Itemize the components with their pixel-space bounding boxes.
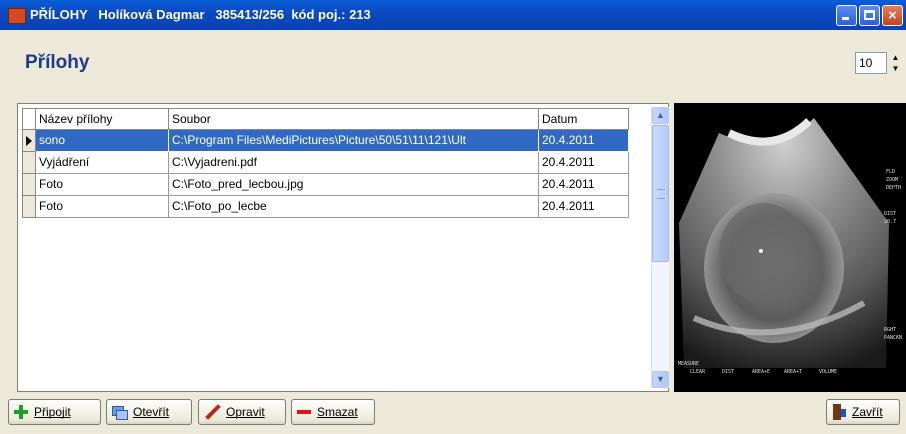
svg-text:20.7: 20.7: [884, 219, 896, 225]
delete-button[interactable]: Smazat: [291, 399, 375, 425]
edit-button[interactable]: Opravit: [198, 399, 286, 425]
page-size-stepper[interactable]: ▲ ▼: [855, 52, 903, 74]
cell-name: Foto: [36, 196, 169, 218]
attach-button[interactable]: Připojit: [8, 399, 101, 425]
close-button[interactable]: Zavřít: [826, 399, 900, 425]
app-icon: [8, 8, 26, 24]
spinner-up-icon[interactable]: ▲: [888, 52, 903, 63]
exit-door-icon: [832, 404, 846, 420]
cell-file: C:\Program Files\MediPictures\Picture\50…: [169, 130, 539, 152]
close-button-label: Zavřít: [852, 405, 883, 419]
scroll-down-icon[interactable]: ▼: [652, 371, 669, 388]
cell-file: C:\Vyjadreni.pdf: [169, 152, 539, 174]
row-indicator-header: [22, 108, 36, 130]
minimize-icon: [842, 17, 849, 20]
row-indicator[interactable]: [22, 130, 36, 152]
open-button-label: Otevřít: [133, 405, 170, 419]
preview-menu-item: VOLUME: [819, 369, 837, 375]
cell-name: Foto: [36, 174, 169, 196]
cell-file: C:\Foto_po_lecbe: [169, 196, 539, 218]
column-header-date[interactable]: Datum: [539, 108, 629, 130]
attachment-preview-image: FLD ZOOM DEPTH DIST 20.7 RGHT PANCKN MEASURE…: [674, 103, 906, 392]
table-row[interactable]: Foto C:\Foto_pred_lecbou.jpg 20.4.2011: [36, 174, 647, 196]
cell-name: Vyjádření: [36, 152, 169, 174]
row-indicator[interactable]: [22, 196, 36, 218]
preview-menu-item: AREA+T: [784, 369, 802, 375]
thumb-grip-icon: [657, 189, 665, 199]
close-window-button[interactable]: ×: [882, 5, 903, 26]
minus-icon: [297, 410, 311, 414]
edit-button-label: Opravit: [226, 405, 265, 419]
cell-date: 20.4.2011: [539, 152, 629, 174]
column-header-file[interactable]: Soubor: [169, 108, 539, 130]
delete-button-label: Smazat: [317, 405, 358, 419]
cell-date: 20.4.2011: [539, 196, 629, 218]
maximize-icon: [864, 10, 875, 20]
preview-menu-item: AREA+E: [752, 369, 770, 375]
scroll-up-icon[interactable]: ▲: [652, 107, 669, 124]
spinner-down-icon[interactable]: ▼: [888, 63, 903, 74]
scrollbar-thumb[interactable]: [652, 125, 669, 262]
svg-text:RGHT: RGHT: [884, 327, 896, 333]
cell-file: C:\Foto_pred_lecbou.jpg: [169, 174, 539, 196]
row-indicator[interactable]: [22, 174, 36, 196]
preview-menu-item: DIST: [722, 369, 734, 375]
current-row-arrow-icon: [26, 136, 32, 146]
open-button[interactable]: Otevřít: [106, 399, 192, 425]
table-row[interactable]: sono C:\Program Files\MediPictures\Pictu…: [36, 130, 647, 152]
cell-date: 20.4.2011: [539, 130, 629, 152]
attachments-grid[interactable]: Název přílohy Soubor Datum sono C:\Progr…: [17, 103, 669, 392]
open-windows-icon: [112, 405, 128, 420]
svg-text:MEASURE: MEASURE: [678, 361, 699, 367]
minimize-button[interactable]: [836, 5, 857, 26]
column-header-name[interactable]: Název přílohy: [36, 108, 169, 130]
page-title: Přílohy: [25, 52, 90, 73]
plus-icon: [14, 405, 28, 419]
close-icon: ×: [888, 7, 897, 24]
cell-name: sono: [36, 130, 169, 152]
page-size-input[interactable]: [855, 52, 887, 74]
table-row[interactable]: Vyjádření C:\Vyjadreni.pdf 20.4.2011: [36, 152, 647, 174]
row-indicator[interactable]: [22, 152, 36, 174]
svg-text:PANCKN: PANCKN: [884, 335, 902, 341]
svg-text:DIST: DIST: [884, 211, 896, 217]
grid-scrollbar[interactable]: ▲ ▼: [651, 107, 669, 388]
window-title-bar[interactable]: PŘÍLOHY Holíková Dagmar 385413/256 kód p…: [0, 0, 906, 30]
preview-menu-item: CLEAR: [690, 369, 706, 375]
svg-text:DEPTH: DEPTH: [886, 185, 901, 191]
pencil-icon: [204, 404, 220, 420]
window-title: PŘÍLOHY Holíková Dagmar 385413/256 kód p…: [30, 7, 371, 22]
table-row[interactable]: Foto C:\Foto_po_lecbe 20.4.2011: [36, 196, 647, 218]
svg-text:FLD: FLD: [886, 169, 895, 175]
svg-text:ZOOM: ZOOM: [886, 177, 898, 183]
cell-date: 20.4.2011: [539, 174, 629, 196]
attach-button-label: Připojit: [34, 405, 71, 419]
maximize-button[interactable]: [859, 5, 880, 26]
ultrasound-image: FLD ZOOM DEPTH DIST 20.7 RGHT PANCKN MEASURE…: [678, 118, 902, 375]
